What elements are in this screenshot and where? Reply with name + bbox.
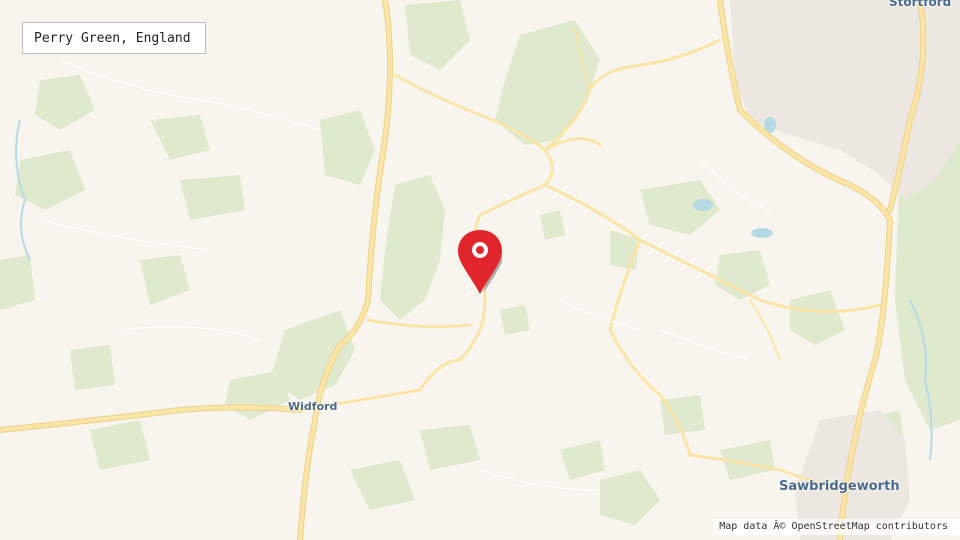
place-label-widford: Widford bbox=[288, 400, 338, 413]
map-pin-icon[interactable] bbox=[456, 228, 508, 296]
pin-center bbox=[476, 246, 484, 254]
pin-body bbox=[458, 230, 502, 294]
location-title: Perry Green, England bbox=[34, 31, 191, 46]
place-label-sawbridgeworth: Sawbridgeworth bbox=[779, 479, 900, 494]
map-attribution[interactable]: Map data Â© OpenStreetMap contributors bbox=[713, 519, 960, 535]
attribution-text: Map data Â© OpenStreetMap contributors bbox=[719, 521, 948, 532]
place-label-stortford: Stortford bbox=[889, 0, 952, 9]
location-title-box: Perry Green, England bbox=[22, 22, 206, 54]
